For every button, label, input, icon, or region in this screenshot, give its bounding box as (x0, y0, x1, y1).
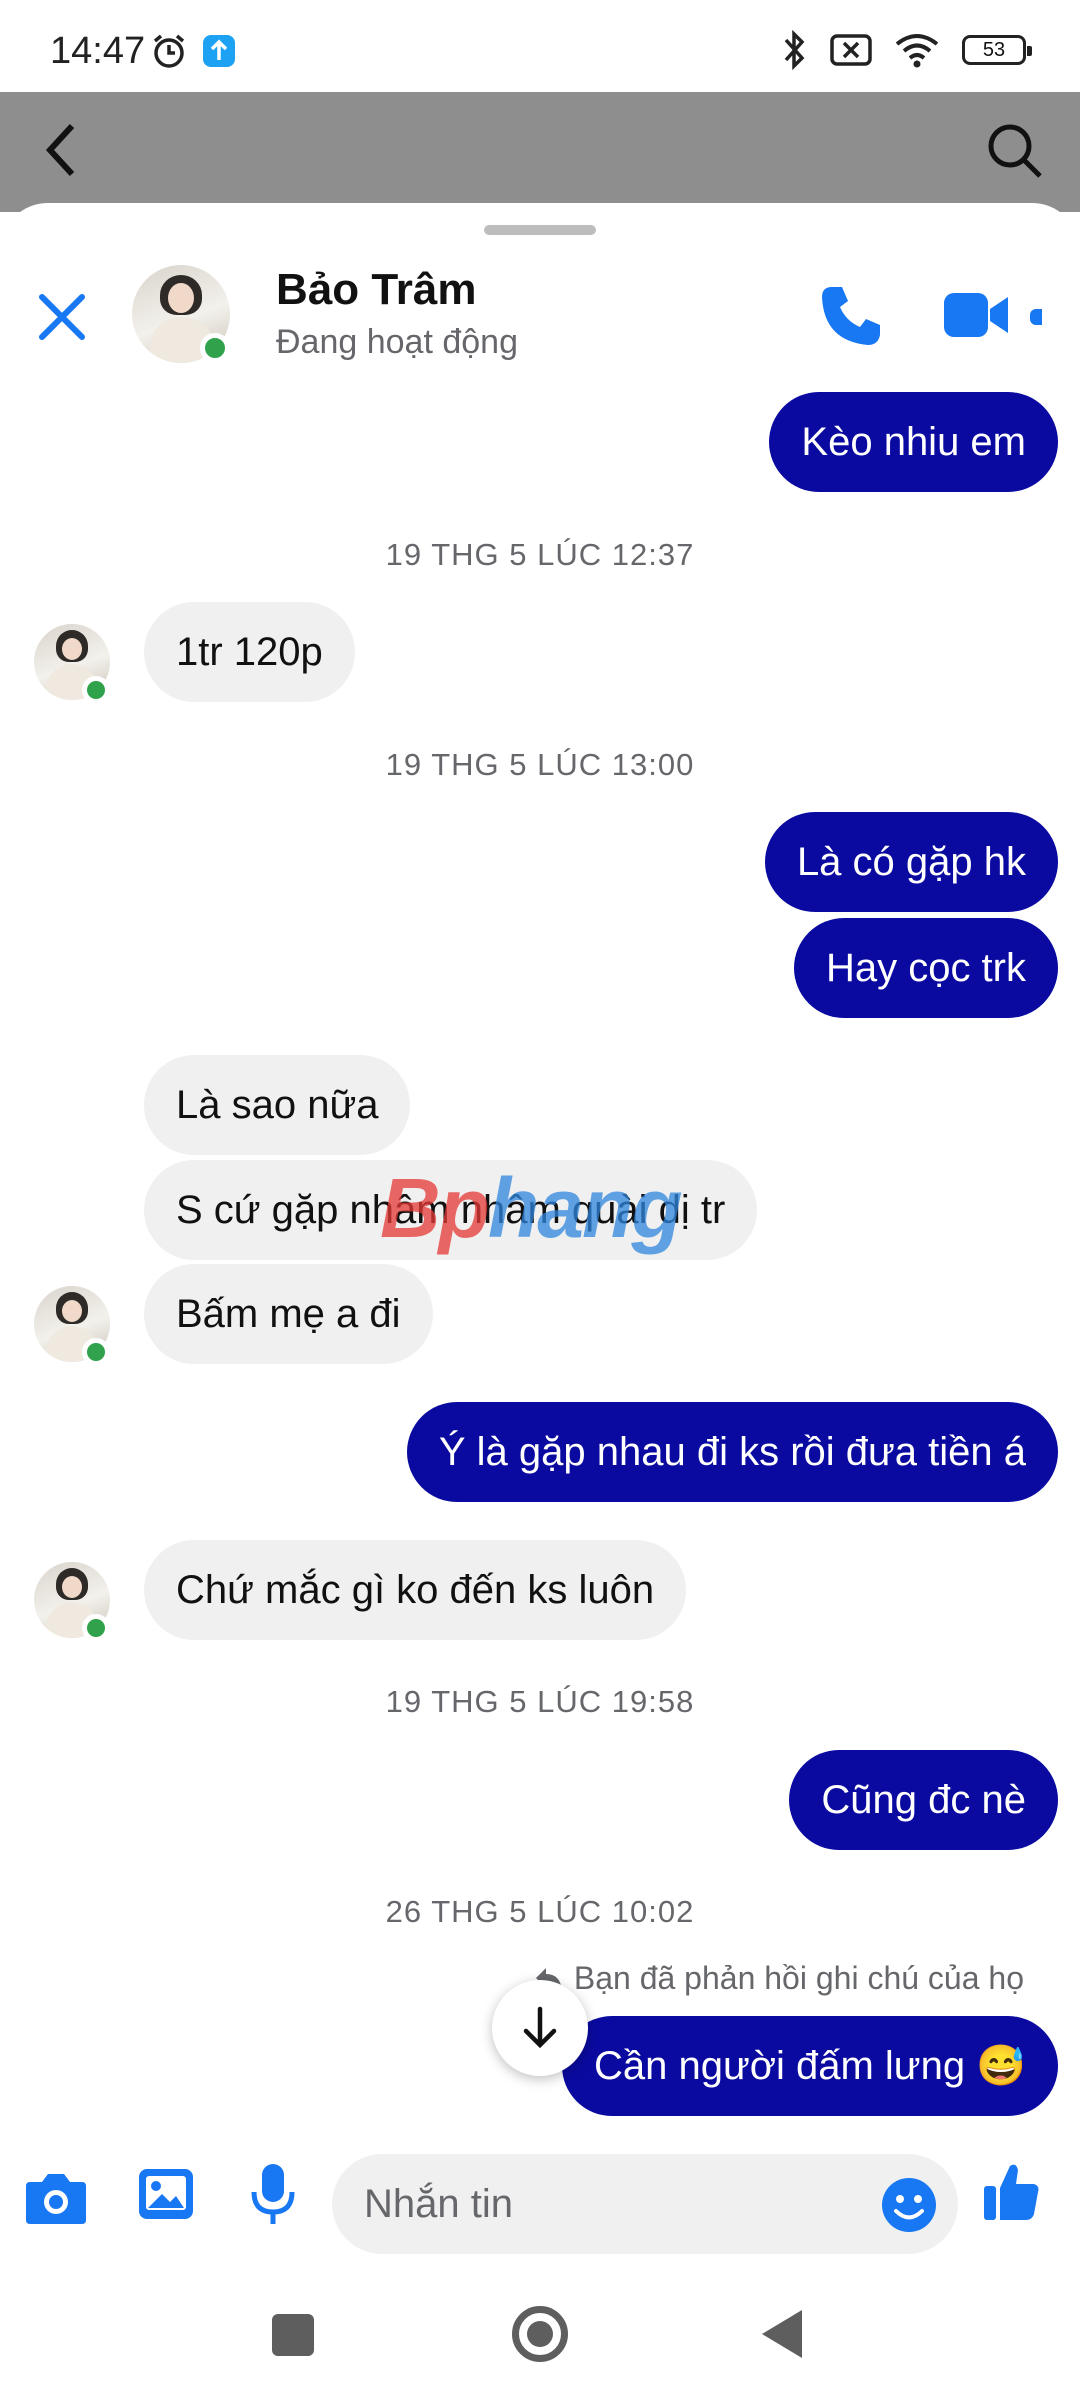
message-outgoing[interactable]: Là có gặp hk (764, 812, 1058, 912)
wifi-icon (895, 34, 939, 68)
timestamp-separator: 26 THG 5 LÚC 10:02 (385, 1894, 695, 1929)
info-icon[interactable] (1030, 309, 1042, 325)
message-outgoing[interactable]: Hay cọc trk (793, 918, 1058, 1018)
back-icon[interactable] (42, 120, 82, 180)
message-incoming[interactable]: Là sao nữa (144, 1055, 411, 1155)
contact-name[interactable]: Bảo Trâm (276, 265, 477, 315)
reply-note-text: Bạn đã phản hồi ghi chú của họ (573, 1960, 1024, 1996)
microphone-icon[interactable] (250, 2162, 296, 2226)
watermark-part-1: Bp (380, 1161, 490, 1255)
bluetooth-icon (784, 30, 805, 70)
recents-button[interactable] (272, 2314, 314, 2356)
message-outgoing[interactable]: Cũng đc nè (789, 1750, 1058, 1850)
composer (0, 2140, 1080, 2270)
background-app-bar (0, 92, 1080, 212)
phone-icon[interactable] (818, 283, 884, 349)
online-indicator (200, 333, 230, 363)
message-incoming[interactable]: Bấm mẹ a đi (144, 1264, 433, 1364)
message-incoming[interactable]: 1tr 120p (144, 602, 355, 702)
message-input[interactable] (332, 2154, 958, 2254)
message-outgoing[interactable]: Kèo nhiu em (769, 392, 1058, 492)
search-icon[interactable] (986, 122, 1044, 180)
emoji-icon[interactable] (880, 2176, 938, 2234)
online-indicator (82, 676, 110, 704)
message-incoming[interactable]: Chứ mắc gì ko đến ks luôn (144, 1540, 687, 1640)
close-icon[interactable] (34, 289, 90, 345)
battery-level: 53 (982, 38, 1006, 61)
scroll-to-bottom-button[interactable] (492, 1980, 588, 2076)
no-sim-icon (830, 34, 872, 66)
camera-icon[interactable] (24, 2170, 88, 2226)
online-indicator (82, 1338, 110, 1366)
arrow-down-icon (523, 2006, 557, 2049)
message-outgoing[interactable]: Ý là gặp nhau đi ks rồi đưa tiền á (406, 1402, 1058, 1502)
status-time: 14:47 (50, 30, 146, 72)
status-right-icons: 53 (780, 30, 1032, 70)
status-bar: 14:47 53 (0, 0, 1080, 92)
watermark-logo: Bphang (380, 1160, 683, 1257)
sheet-grabber[interactable] (484, 225, 596, 235)
battery-icon: 53 (962, 35, 1032, 65)
chat-header: Bảo Trâm Đang hoạt động (0, 253, 1080, 373)
thumbs-up-icon[interactable] (982, 2160, 1042, 2222)
status-left-icons (150, 32, 236, 70)
timestamp-separator: 19 THG 5 LÚC 19:58 (385, 1684, 695, 1719)
message-outgoing[interactable]: Cần người đấm lưng 😅 (562, 2016, 1058, 2116)
contact-status: Đang hoạt động (276, 323, 518, 361)
back-button[interactable] (762, 2310, 802, 2358)
watermark-part-2: hang (487, 1161, 683, 1255)
gallery-icon[interactable] (136, 2166, 196, 2224)
system-nav-bar (0, 2270, 1080, 2400)
alarm-icon (153, 34, 185, 68)
online-indicator (82, 1614, 110, 1642)
upload-icon (203, 35, 235, 67)
timestamp-separator: 19 THG 5 LÚC 13:00 (385, 747, 695, 782)
timestamp-separator: 19 THG 5 LÚC 12:37 (385, 537, 695, 572)
video-camera-icon[interactable] (942, 287, 1010, 343)
home-button[interactable] (512, 2306, 568, 2362)
reply-note: Bạn đã phản hồi ghi chú của họ (534, 1960, 1024, 1997)
